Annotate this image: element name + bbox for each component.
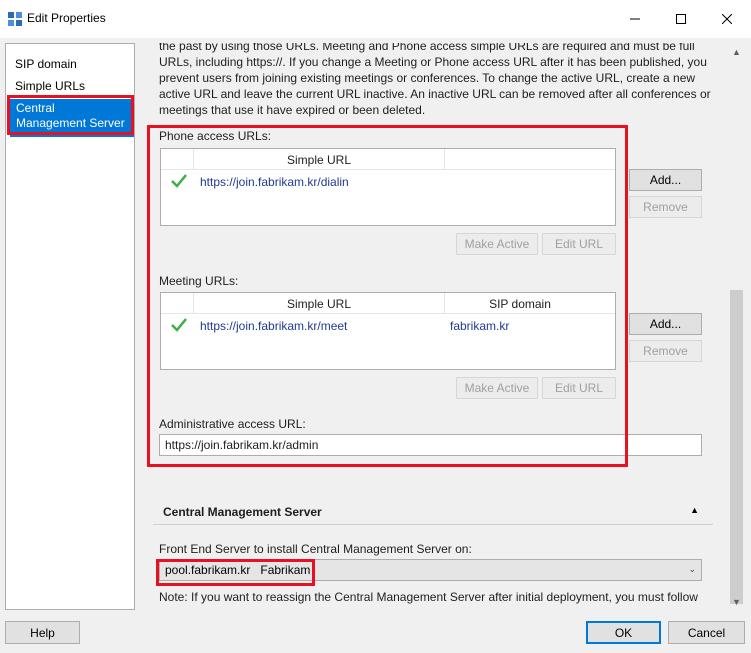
content-pane: the past by using those URLs. Meeting an… bbox=[145, 43, 728, 610]
app-icon bbox=[8, 12, 22, 26]
admin-access-url-input[interactable]: https://join.fabrikam.kr/admin bbox=[159, 434, 702, 456]
front-end-server-value: pool.fabrikam.kr Fabrikam bbox=[165, 563, 311, 577]
minimize-button[interactable] bbox=[612, 0, 658, 38]
close-button[interactable] bbox=[704, 0, 750, 38]
window-title: Edit Properties bbox=[27, 11, 106, 25]
column-separator bbox=[444, 149, 445, 170]
nav-item-simple-urls[interactable]: Simple URLs bbox=[15, 79, 85, 93]
phone-access-grid[interactable]: Simple URL https://join.fabrikam.kr/dial… bbox=[160, 148, 616, 226]
meeting-url-cell: https://join.fabrikam.kr/meet bbox=[200, 319, 348, 333]
phone-add-button[interactable]: Add... bbox=[629, 169, 702, 191]
simple-urls-description: the past by using those URLs. Meeting an… bbox=[159, 43, 711, 117]
cancel-button[interactable]: Cancel bbox=[668, 621, 745, 644]
edit-properties-window: Edit Properties SIP domain Simple URLs C… bbox=[0, 0, 751, 653]
scroll-down-icon[interactable]: ▼ bbox=[728, 593, 745, 610]
maximize-button[interactable] bbox=[658, 0, 704, 38]
cms-section-title: Central Management Server bbox=[163, 505, 322, 519]
cms-note: Note: If you want to reassign the Centra… bbox=[159, 590, 698, 604]
column-header-sip-domain: SIP domain bbox=[489, 297, 551, 311]
column-header-simple-url: Simple URL bbox=[286, 297, 352, 311]
phone-access-label: Phone access URLs: bbox=[159, 129, 272, 143]
grid-header: Simple URL SIP domain bbox=[161, 293, 615, 314]
meeting-urls-grid[interactable]: Simple URL SIP domain https://join.fabri… bbox=[160, 292, 616, 370]
maximize-icon bbox=[676, 14, 686, 24]
admin-access-label: Administrative access URL: bbox=[159, 417, 306, 431]
meeting-remove-button[interactable]: Remove bbox=[629, 340, 702, 362]
phone-make-active-button[interactable]: Make Active bbox=[456, 233, 538, 255]
vertical-scrollbar[interactable]: ▲ ▼ bbox=[728, 43, 745, 610]
meeting-make-active-button[interactable]: Make Active bbox=[456, 377, 538, 399]
active-check-icon bbox=[171, 174, 187, 188]
close-icon bbox=[722, 14, 732, 24]
active-check-icon bbox=[171, 318, 187, 332]
front-end-server-label: Front End Server to install Central Mana… bbox=[159, 542, 472, 556]
front-end-server-select[interactable]: pool.fabrikam.kr Fabrikam ⌄ bbox=[159, 559, 702, 581]
phone-remove-button[interactable]: Remove bbox=[629, 196, 702, 218]
meeting-edit-url-button[interactable]: Edit URL bbox=[542, 377, 616, 399]
meeting-urls-label: Meeting URLs: bbox=[159, 274, 239, 288]
cms-section-header[interactable]: Central Management Server ▲ bbox=[153, 497, 713, 525]
dialog-footer: Help OK Cancel bbox=[0, 610, 751, 653]
collapse-icon[interactable]: ▲ bbox=[690, 505, 699, 515]
grid-header: Simple URL bbox=[161, 149, 615, 170]
meeting-add-button[interactable]: Add... bbox=[629, 313, 702, 335]
scroll-up-icon[interactable]: ▲ bbox=[728, 43, 745, 60]
column-header-simple-url: Simple URL bbox=[286, 153, 352, 167]
phone-edit-url-button[interactable]: Edit URL bbox=[542, 233, 616, 255]
phone-url-cell: https://join.fabrikam.kr/dialin bbox=[200, 175, 349, 189]
minimize-icon bbox=[630, 18, 640, 20]
title-bar: Edit Properties bbox=[0, 0, 751, 38]
ok-button[interactable]: OK bbox=[586, 621, 661, 644]
help-button[interactable]: Help bbox=[5, 621, 80, 644]
scroll-thumb[interactable] bbox=[730, 290, 743, 604]
chevron-down-icon: ⌄ bbox=[688, 564, 696, 574]
meeting-sip-domain-cell: fabrikam.kr bbox=[450, 319, 510, 333]
nav-item-central-management-server[interactable]: Central Management Server bbox=[10, 99, 134, 137]
nav-item-sip-domain[interactable]: SIP domain bbox=[15, 57, 77, 71]
navigation-panel: SIP domain Simple URLs Central Managemen… bbox=[5, 43, 135, 610]
